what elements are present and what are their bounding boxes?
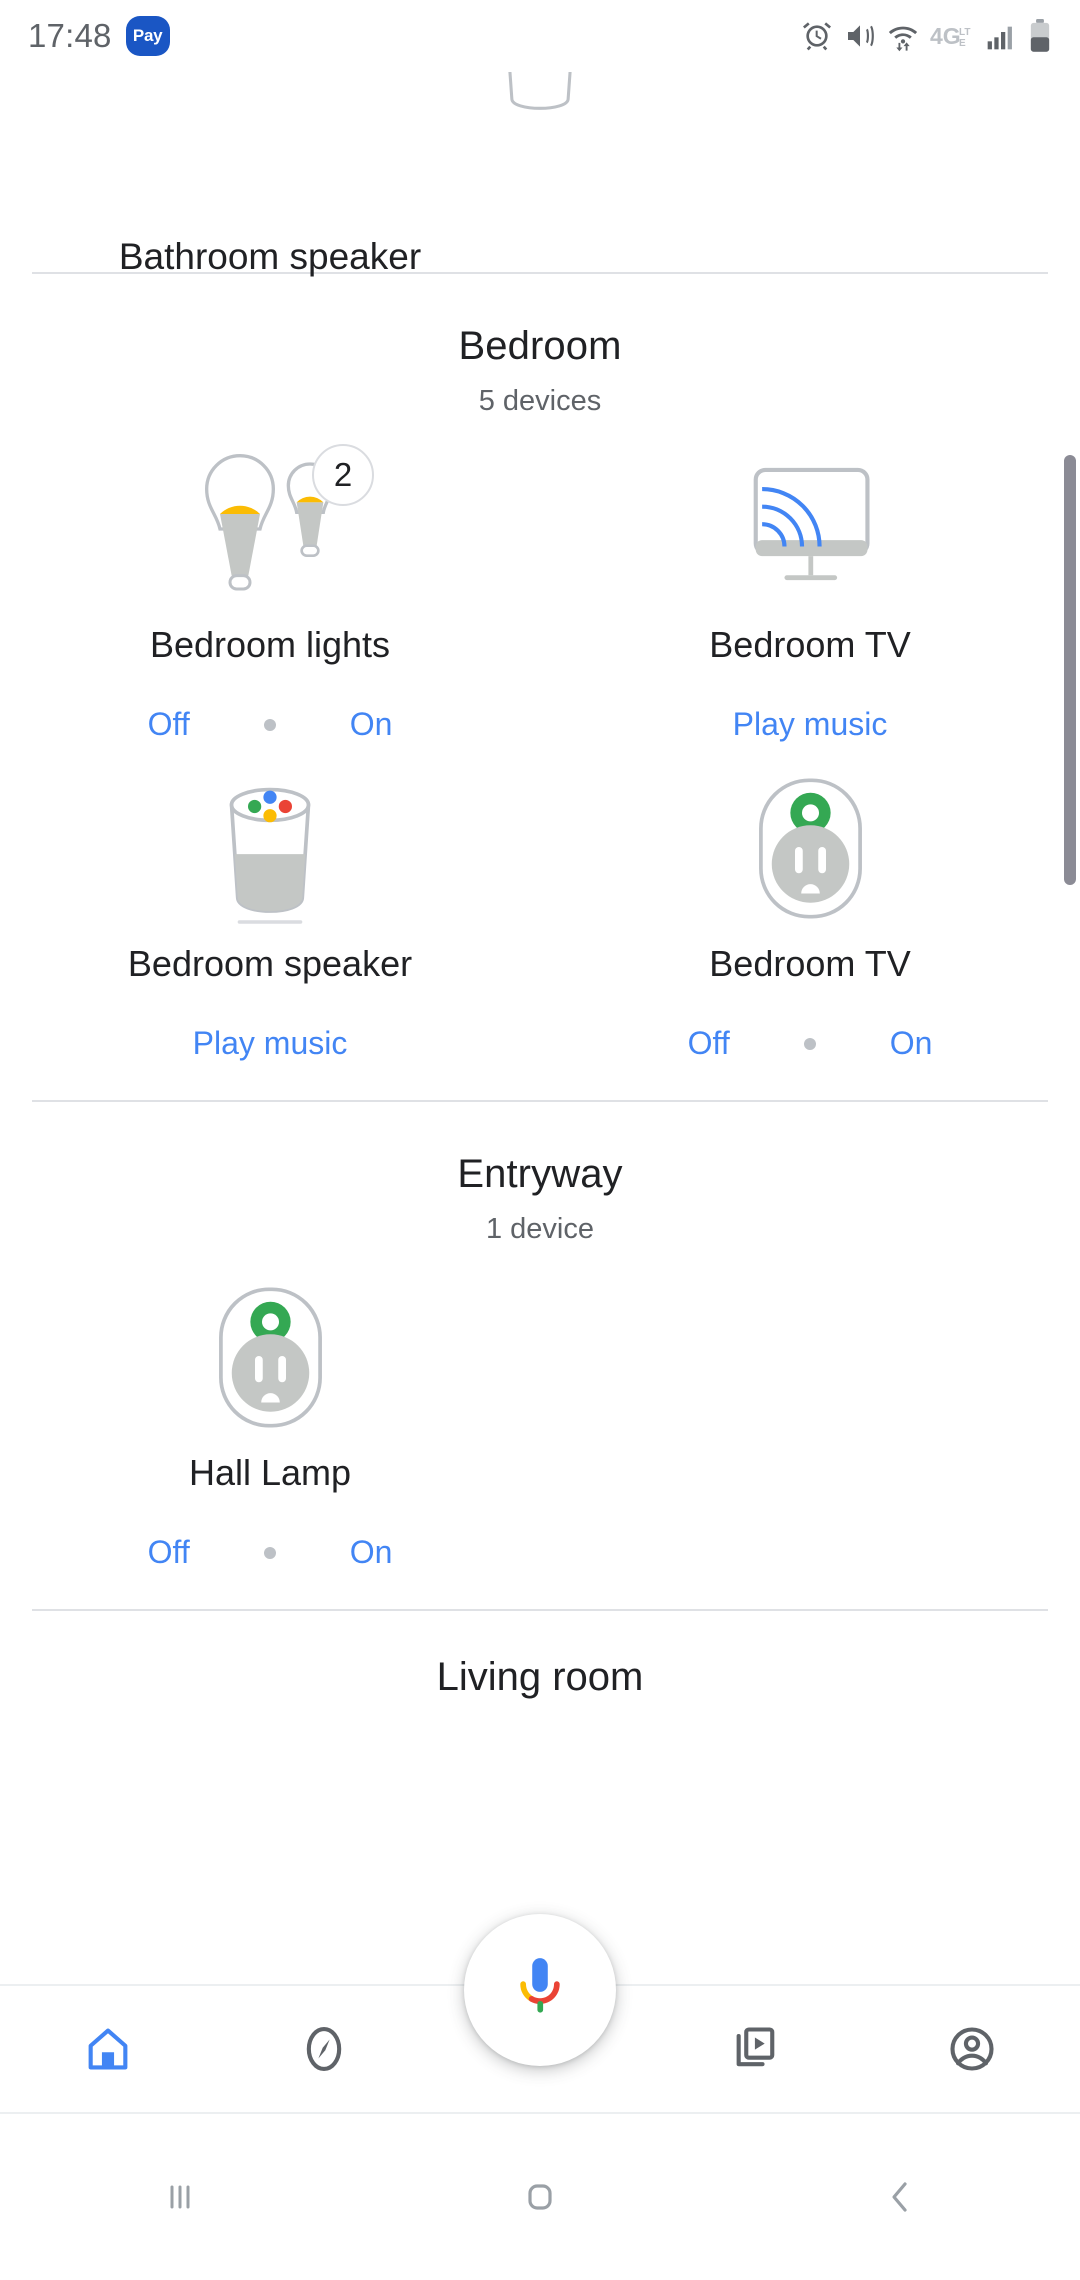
android-home-button[interactable]: [360, 2173, 720, 2221]
toggle-on-button[interactable]: On: [350, 706, 393, 743]
device-name: Bedroom TV: [709, 624, 911, 665]
google-assistant-button[interactable]: [464, 1914, 616, 2066]
toggle-on-button[interactable]: On: [350, 1534, 393, 1571]
home-square-icon: [516, 2173, 564, 2221]
android-back-button[interactable]: [720, 2173, 1080, 2221]
partial-device-label: Bathroom speaker: [118, 236, 422, 277]
room-header: Bedroom 5 devices: [0, 274, 1080, 418]
compass-icon: [298, 2023, 350, 2075]
toggle-on-button[interactable]: On: [890, 1025, 933, 1062]
device-tile-bedroom-tv-cast[interactable]: Bedroom TV Play music: [540, 440, 1080, 759]
recents-icon: [156, 2173, 204, 2221]
android-recents-button[interactable]: [0, 2173, 360, 2221]
status-bar-clock: 17:48: [28, 17, 112, 54]
back-chevron-icon: [876, 2173, 924, 2221]
device-toggle[interactable]: Off On: [148, 1534, 393, 1571]
play-music-button[interactable]: Play music: [733, 706, 888, 743]
device-name: Bedroom lights: [149, 624, 391, 665]
android-navigation-bar: [0, 2112, 1080, 2280]
toggle-off-button[interactable]: Off: [148, 1534, 190, 1571]
nav-item-media[interactable]: [648, 1986, 864, 2112]
media-cast-icon: [730, 2023, 782, 2075]
device-name: Bedroom speaker: [127, 943, 413, 984]
svg-text:E: E: [959, 38, 966, 49]
phone-screen: 17:48 Pay 4G LT E Bathroom speaker Bedro…: [0, 0, 1080, 2280]
device-count-badge: 2: [312, 444, 374, 506]
status-bar: 17:48 Pay 4G LT E: [0, 0, 1080, 72]
smart-plug-icon: [208, 1268, 333, 1446]
room-header: Entryway 1 device: [0, 1102, 1080, 1246]
alarm-clock-icon: [801, 20, 833, 52]
toggle-separator-dot: [263, 718, 276, 731]
4g-lte-icon: 4G LT E: [930, 21, 974, 51]
partial-device-bathroom-speaker[interactable]: Bathroom speaker: [0, 72, 1080, 277]
toggle-off-button[interactable]: Off: [688, 1025, 730, 1062]
nav-item-account[interactable]: [864, 1986, 1080, 2112]
battery-icon: [1028, 19, 1052, 53]
room-title: Entryway: [457, 1152, 623, 1196]
device-grid: Hall Lamp Off On: [0, 1268, 1080, 1587]
room-title: Bedroom: [458, 324, 622, 368]
vibrate-mute-icon: [844, 20, 876, 52]
svg-text:LT: LT: [959, 27, 970, 38]
toggle-separator-dot: [803, 1037, 816, 1050]
google-home-speaker-icon: [476, 72, 604, 132]
vertical-scrollbar[interactable]: [1064, 455, 1076, 885]
device-tile-bedroom-speaker[interactable]: Bedroom speaker Play music: [0, 759, 540, 1078]
samsung-pay-icon: Pay: [125, 16, 170, 56]
room-title: Living room: [436, 1655, 644, 1699]
nav-item-explore[interactable]: [216, 1986, 432, 2112]
device-name: Bedroom TV: [709, 943, 911, 984]
device-tile-bedroom-tv-plug[interactable]: Bedroom TV Off On: [540, 759, 1080, 1078]
room-section-bedroom: Bedroom 5 devices 2 Bedroom lights Off O…: [0, 274, 1080, 1100]
device-tile-bedroom-lights[interactable]: 2 Bedroom lights Off On: [0, 440, 540, 759]
toggle-off-button[interactable]: Off: [148, 706, 190, 743]
rooms-scroll-area[interactable]: Bathroom speaker Bedroom 5 devices 2 Bed…: [0, 72, 1080, 1992]
account-circle-icon: [946, 2023, 998, 2075]
device-action[interactable]: Play music: [193, 1025, 348, 1062]
smart-plug-icon: [748, 759, 873, 937]
device-tile-hall-lamp[interactable]: Hall Lamp Off On: [0, 1268, 540, 1587]
svg-text:4G: 4G: [930, 23, 961, 49]
toggle-separator-dot: [263, 1546, 276, 1559]
room-device-count: 1 device: [485, 1213, 594, 1245]
wifi-data-icon: [887, 20, 919, 52]
room-section-living-room: Living room: [0, 1611, 1080, 1700]
google-home-speaker-icon: [200, 759, 340, 937]
cast-tv-icon: [730, 440, 890, 618]
device-toggle[interactable]: Off On: [688, 1025, 933, 1062]
status-bar-icons: 4G LT E: [801, 19, 1052, 53]
device-toggle[interactable]: Off On: [148, 706, 393, 743]
signal-bars-icon: [985, 20, 1017, 52]
device-action[interactable]: Play music: [733, 706, 888, 743]
light-bulbs-icon: 2: [170, 440, 374, 618]
room-section-entryway: Entryway 1 device Hall Lamp Off On: [0, 1102, 1080, 1609]
room-device-count: 5 devices: [478, 385, 602, 417]
device-name: Hall Lamp: [188, 1452, 352, 1493]
google-assistant-mic-icon: [508, 1953, 572, 2028]
nav-item-home[interactable]: [0, 1986, 216, 2112]
play-music-button[interactable]: Play music: [193, 1025, 348, 1062]
home-icon: [82, 2023, 134, 2075]
device-grid: 2 Bedroom lights Off On Bedroom TV Play …: [0, 440, 1080, 1078]
